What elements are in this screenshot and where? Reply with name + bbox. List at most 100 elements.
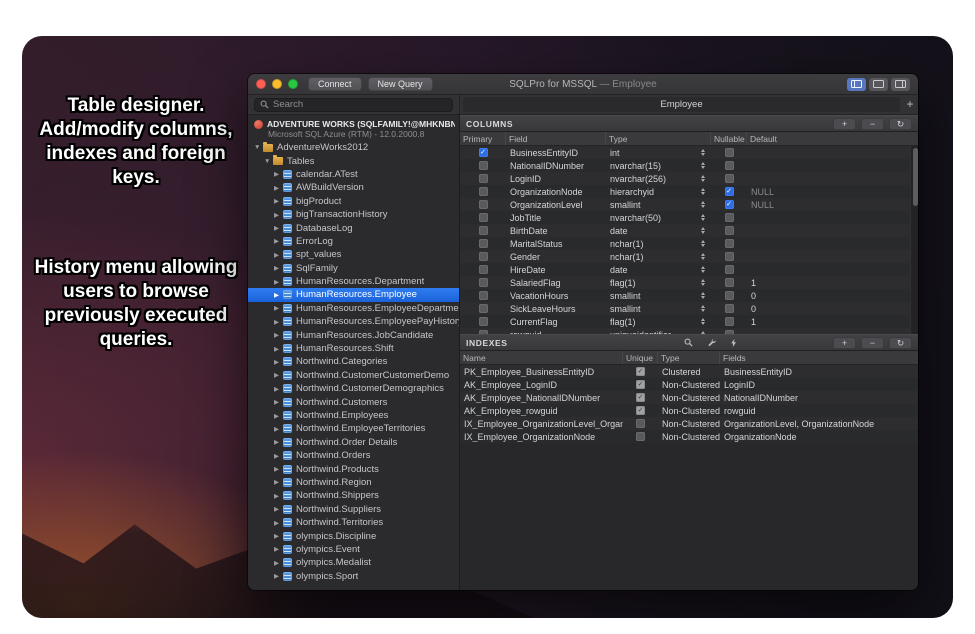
- chevron-right-icon[interactable]: ▶: [274, 318, 283, 326]
- zoom-button[interactable]: [288, 79, 298, 89]
- column-row[interactable]: JobTitlenvarchar(50): [460, 211, 918, 224]
- nullable-checkbox[interactable]: [725, 161, 734, 170]
- chevron-right-icon[interactable]: ▶: [274, 438, 283, 446]
- chevron-right-icon[interactable]: ▶: [274, 224, 283, 232]
- sidebar-item-table[interactable]: ▶Northwind.CustomerDemographics: [248, 382, 459, 395]
- primary-checkbox[interactable]: [479, 187, 488, 196]
- unique-checkbox[interactable]: ✓: [636, 393, 645, 402]
- connect-button[interactable]: Connect: [308, 77, 362, 91]
- unique-checkbox[interactable]: [636, 432, 645, 441]
- unique-checkbox[interactable]: [636, 419, 645, 428]
- nullable-checkbox[interactable]: [725, 317, 734, 326]
- sidebar-item-table[interactable]: ▶olympics.Sport: [248, 570, 459, 583]
- chevron-right-icon[interactable]: ▶: [274, 371, 283, 379]
- nullable-checkbox[interactable]: [725, 278, 734, 287]
- nullable-checkbox[interactable]: [725, 239, 734, 248]
- sidebar-item-connection[interactable]: ADVENTURE WORKS (SQLFAMILY!@MHKNBN2KDZ): [248, 118, 459, 129]
- nullable-checkbox[interactable]: [725, 304, 734, 313]
- chevron-right-icon[interactable]: ▶: [274, 304, 283, 312]
- close-button[interactable]: [256, 79, 266, 89]
- new-query-button[interactable]: New Query: [368, 77, 433, 91]
- column-row[interactable]: NationalIDNumbernvarchar(15): [460, 159, 918, 172]
- primary-checkbox[interactable]: [479, 252, 488, 261]
- nullable-checkbox[interactable]: [725, 226, 734, 235]
- unique-checkbox[interactable]: ✓: [636, 380, 645, 389]
- nullable-checkbox[interactable]: [725, 252, 734, 261]
- remove-index-button[interactable]: −: [861, 337, 884, 349]
- primary-checkbox[interactable]: [479, 304, 488, 313]
- unique-checkbox[interactable]: ✓: [636, 367, 645, 376]
- chevron-right-icon[interactable]: ▶: [274, 519, 283, 527]
- scrollbar-thumb[interactable]: [913, 148, 918, 206]
- primary-checkbox[interactable]: [479, 161, 488, 170]
- sidebar-item-table[interactable]: ▶Northwind.Customers: [248, 395, 459, 408]
- type-stepper-icon[interactable]: [701, 331, 705, 334]
- chevron-right-icon[interactable]: ▶: [274, 278, 283, 286]
- type-stepper-icon[interactable]: [701, 149, 705, 156]
- execute-button[interactable]: [730, 338, 738, 348]
- type-stepper-icon[interactable]: [701, 162, 705, 169]
- column-row[interactable]: HireDatedate: [460, 263, 918, 276]
- primary-checkbox[interactable]: [479, 291, 488, 300]
- sidebar-item-table[interactable]: ▶HumanResources.Shift: [248, 342, 459, 355]
- chevron-right-icon[interactable]: ▶: [274, 478, 283, 486]
- chevron-right-icon[interactable]: ▶: [274, 412, 283, 420]
- index-row[interactable]: AK_Employee_NationalIDNumber✓Non-Cluster…: [460, 391, 918, 404]
- type-stepper-icon[interactable]: [701, 227, 705, 234]
- chevron-right-icon[interactable]: ▶: [274, 331, 283, 339]
- type-stepper-icon[interactable]: [701, 240, 705, 247]
- sidebar-item-table[interactable]: ▶HumanResources.JobCandidate: [248, 328, 459, 341]
- nullable-checkbox[interactable]: [725, 213, 734, 222]
- view-split-layout-button[interactable]: [891, 78, 910, 91]
- nullable-checkbox[interactable]: ✓: [725, 200, 734, 209]
- primary-checkbox[interactable]: [479, 226, 488, 235]
- columns-scrollbar[interactable]: [910, 146, 918, 334]
- column-row[interactable]: Gendernchar(1): [460, 250, 918, 263]
- column-row[interactable]: OrganizationNodehierarchyid✓NULL: [460, 185, 918, 198]
- column-row[interactable]: OrganizationLevelsmallint✓NULL: [460, 198, 918, 211]
- sidebar-item-table[interactable]: ▶AWBuildVersion: [248, 181, 459, 194]
- view-single-layout-button[interactable]: [869, 78, 888, 91]
- search-indexes-button[interactable]: [684, 338, 693, 347]
- column-row[interactable]: VacationHourssmallint0: [460, 289, 918, 302]
- tab-employee[interactable]: Employee: [463, 97, 900, 112]
- sidebar-item-table[interactable]: ▶HumanResources.EmployeeDepartmentHistor…: [248, 302, 459, 315]
- sidebar-item-tables-folder[interactable]: ▼ Tables: [248, 154, 459, 167]
- remove-column-button[interactable]: −: [861, 118, 884, 130]
- type-stepper-icon[interactable]: [701, 175, 705, 182]
- unique-checkbox[interactable]: ✓: [636, 406, 645, 415]
- sidebar-item-table[interactable]: ▶Northwind.Territories: [248, 516, 459, 529]
- chevron-right-icon[interactable]: ▶: [274, 237, 283, 245]
- sidebar-item-table[interactable]: ▶HumanResources.Department: [248, 275, 459, 288]
- nullable-checkbox[interactable]: [725, 330, 734, 334]
- primary-checkbox[interactable]: [479, 174, 488, 183]
- sidebar-item-table[interactable]: ▶DatabaseLog: [248, 221, 459, 234]
- sidebar-item-table[interactable]: ▶bigTransactionHistory: [248, 208, 459, 221]
- column-row[interactable]: ✓BusinessEntityIDint: [460, 146, 918, 159]
- sidebar-item-table[interactable]: ▶HumanResources.EmployeePayHistory: [248, 315, 459, 328]
- chevron-right-icon[interactable]: ▶: [274, 572, 283, 580]
- sidebar-item-table[interactable]: ▶calendar.ATest: [248, 168, 459, 181]
- maintenance-button[interactable]: [707, 338, 716, 347]
- sidebar-item-table[interactable]: ▶Northwind.CustomerCustomerDemo: [248, 369, 459, 382]
- chevron-right-icon[interactable]: ▶: [274, 358, 283, 366]
- search-input[interactable]: Search: [254, 98, 453, 112]
- chevron-right-icon[interactable]: ▶: [274, 505, 283, 513]
- chevron-down-icon[interactable]: ▼: [264, 158, 273, 165]
- primary-checkbox[interactable]: [479, 278, 488, 287]
- sidebar-item-table[interactable]: ▶bigProduct: [248, 195, 459, 208]
- sidebar-item-table[interactable]: ▶SqlFamily: [248, 262, 459, 275]
- sidebar-item-database[interactable]: ▼ AdventureWorks2012: [248, 141, 459, 154]
- sidebar-item-table[interactable]: ▶olympics.Discipline: [248, 529, 459, 542]
- chevron-right-icon[interactable]: ▶: [274, 545, 283, 553]
- sidebar-item-table[interactable]: ▶Northwind.Products: [248, 462, 459, 475]
- chevron-right-icon[interactable]: ▶: [274, 184, 283, 192]
- chevron-right-icon[interactable]: ▶: [274, 425, 283, 433]
- chevron-right-icon[interactable]: ▶: [274, 559, 283, 567]
- chevron-right-icon[interactable]: ▶: [274, 291, 283, 299]
- primary-checkbox[interactable]: [479, 200, 488, 209]
- add-index-button[interactable]: +: [833, 337, 856, 349]
- chevron-right-icon[interactable]: ▶: [274, 251, 283, 259]
- add-column-button[interactable]: +: [833, 118, 856, 130]
- add-tab-button[interactable]: +: [902, 97, 918, 112]
